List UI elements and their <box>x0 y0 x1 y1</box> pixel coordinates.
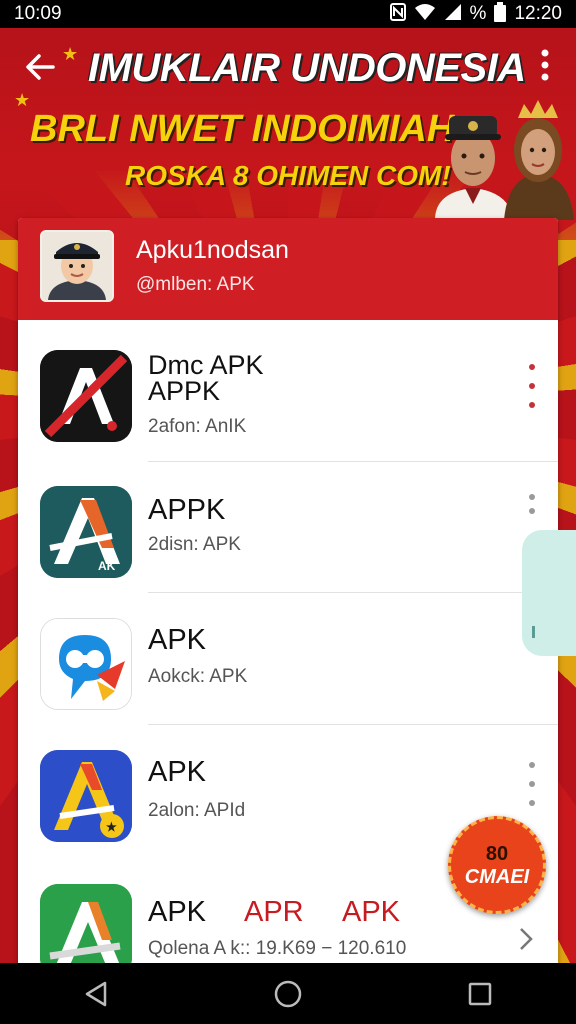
more-vert-icon[interactable] <box>530 48 560 88</box>
back-arrow-icon[interactable] <box>20 50 60 86</box>
star-icon: ★ <box>14 90 31 110</box>
divider <box>148 724 558 725</box>
battery-percent: % <box>469 3 487 24</box>
signal-icon <box>444 3 462 26</box>
wifi-icon <box>414 3 436 26</box>
app-title: APPK <box>148 376 221 406</box>
more-vert-icon[interactable] <box>526 762 538 806</box>
list-item[interactable]: AK APPK 2disn: APK <box>18 462 558 593</box>
status-icons: % 12:20 <box>389 1 562 27</box>
status-bar: 10:09 % 12:20 <box>0 0 576 28</box>
app-subtitle: 2disn: APK <box>148 534 241 555</box>
status-time-left: 10:09 <box>14 3 62 24</box>
chevron-right-icon[interactable] <box>518 926 534 960</box>
svg-text:★: ★ <box>106 820 117 834</box>
app-subtitle: Aokck: APK <box>148 666 248 687</box>
app-title: Dmc APK <box>148 350 264 380</box>
badge-number: 80 <box>485 843 509 865</box>
app-title: APK <box>148 624 207 656</box>
app-icon <box>40 884 132 963</box>
banner-title: IMUKLAIR UNDONESIA <box>88 46 526 90</box>
nav-home-icon[interactable] <box>258 969 318 1019</box>
app-subtitle: 2alon: APId <box>148 800 246 821</box>
nav-recents-icon[interactable] <box>450 969 510 1019</box>
profile-header: Apku1nodsan @mlben: APK <box>18 218 558 320</box>
side-drawer-handle[interactable] <box>522 530 576 656</box>
drawer-grip <box>532 626 535 638</box>
badge-text: CMAEI <box>464 866 530 888</box>
app-icon: AK <box>40 486 132 578</box>
navigation-bar <box>0 963 576 1024</box>
more-vert-icon[interactable] <box>526 494 538 514</box>
app-title: APPK <box>148 494 226 526</box>
app-subtitle: 2afon: AnIK <box>148 416 247 437</box>
list-item[interactable]: Dmc APK APPK 2afon: AnIK <box>18 320 558 462</box>
list-item[interactable]: APK Aokck: APK <box>18 594 558 725</box>
app-title-extra: APK <box>342 896 401 928</box>
app-title: APK <box>148 756 207 788</box>
battery-icon <box>494 1 507 27</box>
star-icon: ★ <box>62 44 79 64</box>
nav-back-icon[interactable] <box>66 969 126 1019</box>
promo-badge[interactable]: 80 CMAEI <box>448 816 546 914</box>
profile-name: Apku1nodsan <box>136 236 289 264</box>
app-icon <box>40 350 132 442</box>
app-subtitle: Qolena A k:: 19.K69 − 120.610 <box>148 938 407 959</box>
svg-text:AK: AK <box>98 559 116 573</box>
app-icon <box>40 618 132 710</box>
more-vert-icon[interactable] <box>526 364 538 408</box>
app-icon: ★ <box>40 750 132 842</box>
banner-subtitle: BRLI NWET INDOIMIAH <box>30 108 455 150</box>
divider <box>148 592 558 593</box>
app-title-extra: APR <box>244 896 304 928</box>
status-time-right: 12:20 <box>514 3 562 24</box>
woman-portrait-image <box>500 96 576 220</box>
banner-tagline: ROSKA 8 OHIMEN COM! <box>125 160 451 191</box>
avatar[interactable] <box>40 230 114 302</box>
profile-handle: @mlben: APK <box>136 274 255 295</box>
app-title: APK <box>148 896 207 928</box>
nfc-icon <box>389 2 406 26</box>
